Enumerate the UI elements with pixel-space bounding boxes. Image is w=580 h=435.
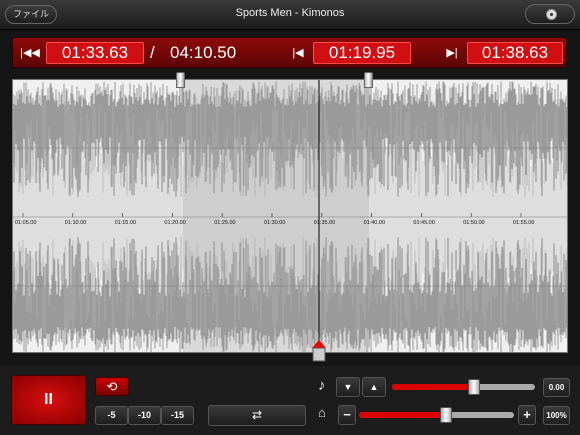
triangle-down-icon: ▼: [343, 382, 353, 392]
jump-to-end-button[interactable]: ▶|: [439, 43, 465, 63]
tick-label: 01:15.00: [115, 220, 136, 226]
skip-to-start-icon: |◀◀: [20, 47, 40, 59]
triangle-up-icon: ▲: [369, 382, 379, 392]
speed-plus-button[interactable]: +: [518, 405, 536, 425]
step-forward-icon: ▶|: [446, 47, 458, 59]
speed-slider-fill: [359, 412, 446, 418]
tick-label: 01:05.00: [15, 220, 36, 226]
speed-value: 100%: [543, 406, 570, 425]
speed-slider-knob[interactable]: [439, 407, 452, 423]
current-time[interactable]: 01:19.95: [313, 42, 411, 64]
repeat-icon: ⟲: [106, 379, 118, 394]
speed-minus-button[interactable]: −: [338, 405, 356, 425]
skip-back-5-button[interactable]: -5: [95, 406, 128, 425]
tick-label: 01:45.00: [413, 220, 434, 226]
pitch-down-button[interactable]: ▼: [336, 377, 360, 397]
swap-icon: ⇄: [251, 408, 263, 422]
total-time: 04:10.50: [170, 43, 237, 62]
step-back-icon: |◀: [292, 47, 304, 59]
time-bar: |◀◀ 01:33.63 / 04:10.50 |◀ 01:19.95 ▶| 0…: [12, 37, 567, 68]
speed-slider[interactable]: [359, 407, 514, 423]
pitch-slider-knob[interactable]: [467, 379, 480, 395]
waveform-view[interactable]: 01:05.00 01:10.00 01:15.00 01:20.00 01:25.00…: [12, 79, 568, 353]
title-bar: ファイル Sports Men - Kimonos: [0, 0, 580, 30]
song-title: Sports Men - Kimonos: [235, 7, 345, 19]
tick-label: 01:50.00: [463, 220, 484, 226]
tick-label: 01:40.00: [364, 220, 385, 226]
jump-to-start-button[interactable]: |◀: [285, 43, 311, 63]
settings-button[interactable]: [525, 4, 575, 24]
music-note-icon: ♪: [318, 377, 326, 394]
tick-label: 01:25.00: [214, 220, 235, 226]
tick-label: 01:20.00: [164, 220, 185, 226]
tick-label: 01:30.00: [264, 220, 285, 226]
waveform-graph: 01:05.00 01:10.00 01:15.00 01:20.00 01:25.00…: [13, 80, 567, 352]
tick-label: 01:10.00: [65, 220, 86, 226]
skip-back-10-button[interactable]: -10: [128, 406, 161, 425]
loop-button[interactable]: ⟲: [95, 377, 129, 396]
loop-end-handle[interactable]: [364, 72, 373, 88]
pause-button[interactable]: II: [11, 375, 86, 425]
pitch-slider-fill: [392, 384, 474, 390]
time-separator: /: [150, 43, 155, 62]
playhead-handle[interactable]: [312, 340, 326, 362]
effects-button[interactable]: ⇄: [208, 405, 306, 426]
loop-start-handle[interactable]: [176, 72, 185, 88]
loop-start-time[interactable]: 01:33.63: [46, 42, 144, 64]
loop-end-time[interactable]: 01:38.63: [467, 42, 563, 64]
skip-back-15-button[interactable]: -15: [161, 406, 194, 425]
metronome-icon: ⌂: [318, 405, 326, 420]
loop-start-button[interactable]: |◀◀: [17, 43, 43, 63]
pitch-slider[interactable]: [392, 379, 535, 395]
gear-icon: [547, 10, 556, 19]
pitch-up-button[interactable]: ▲: [362, 377, 386, 397]
tick-label: 01:55.00: [513, 220, 534, 226]
tick-label: 01:35.00: [314, 220, 335, 226]
pitch-value: 0.00: [543, 378, 570, 397]
